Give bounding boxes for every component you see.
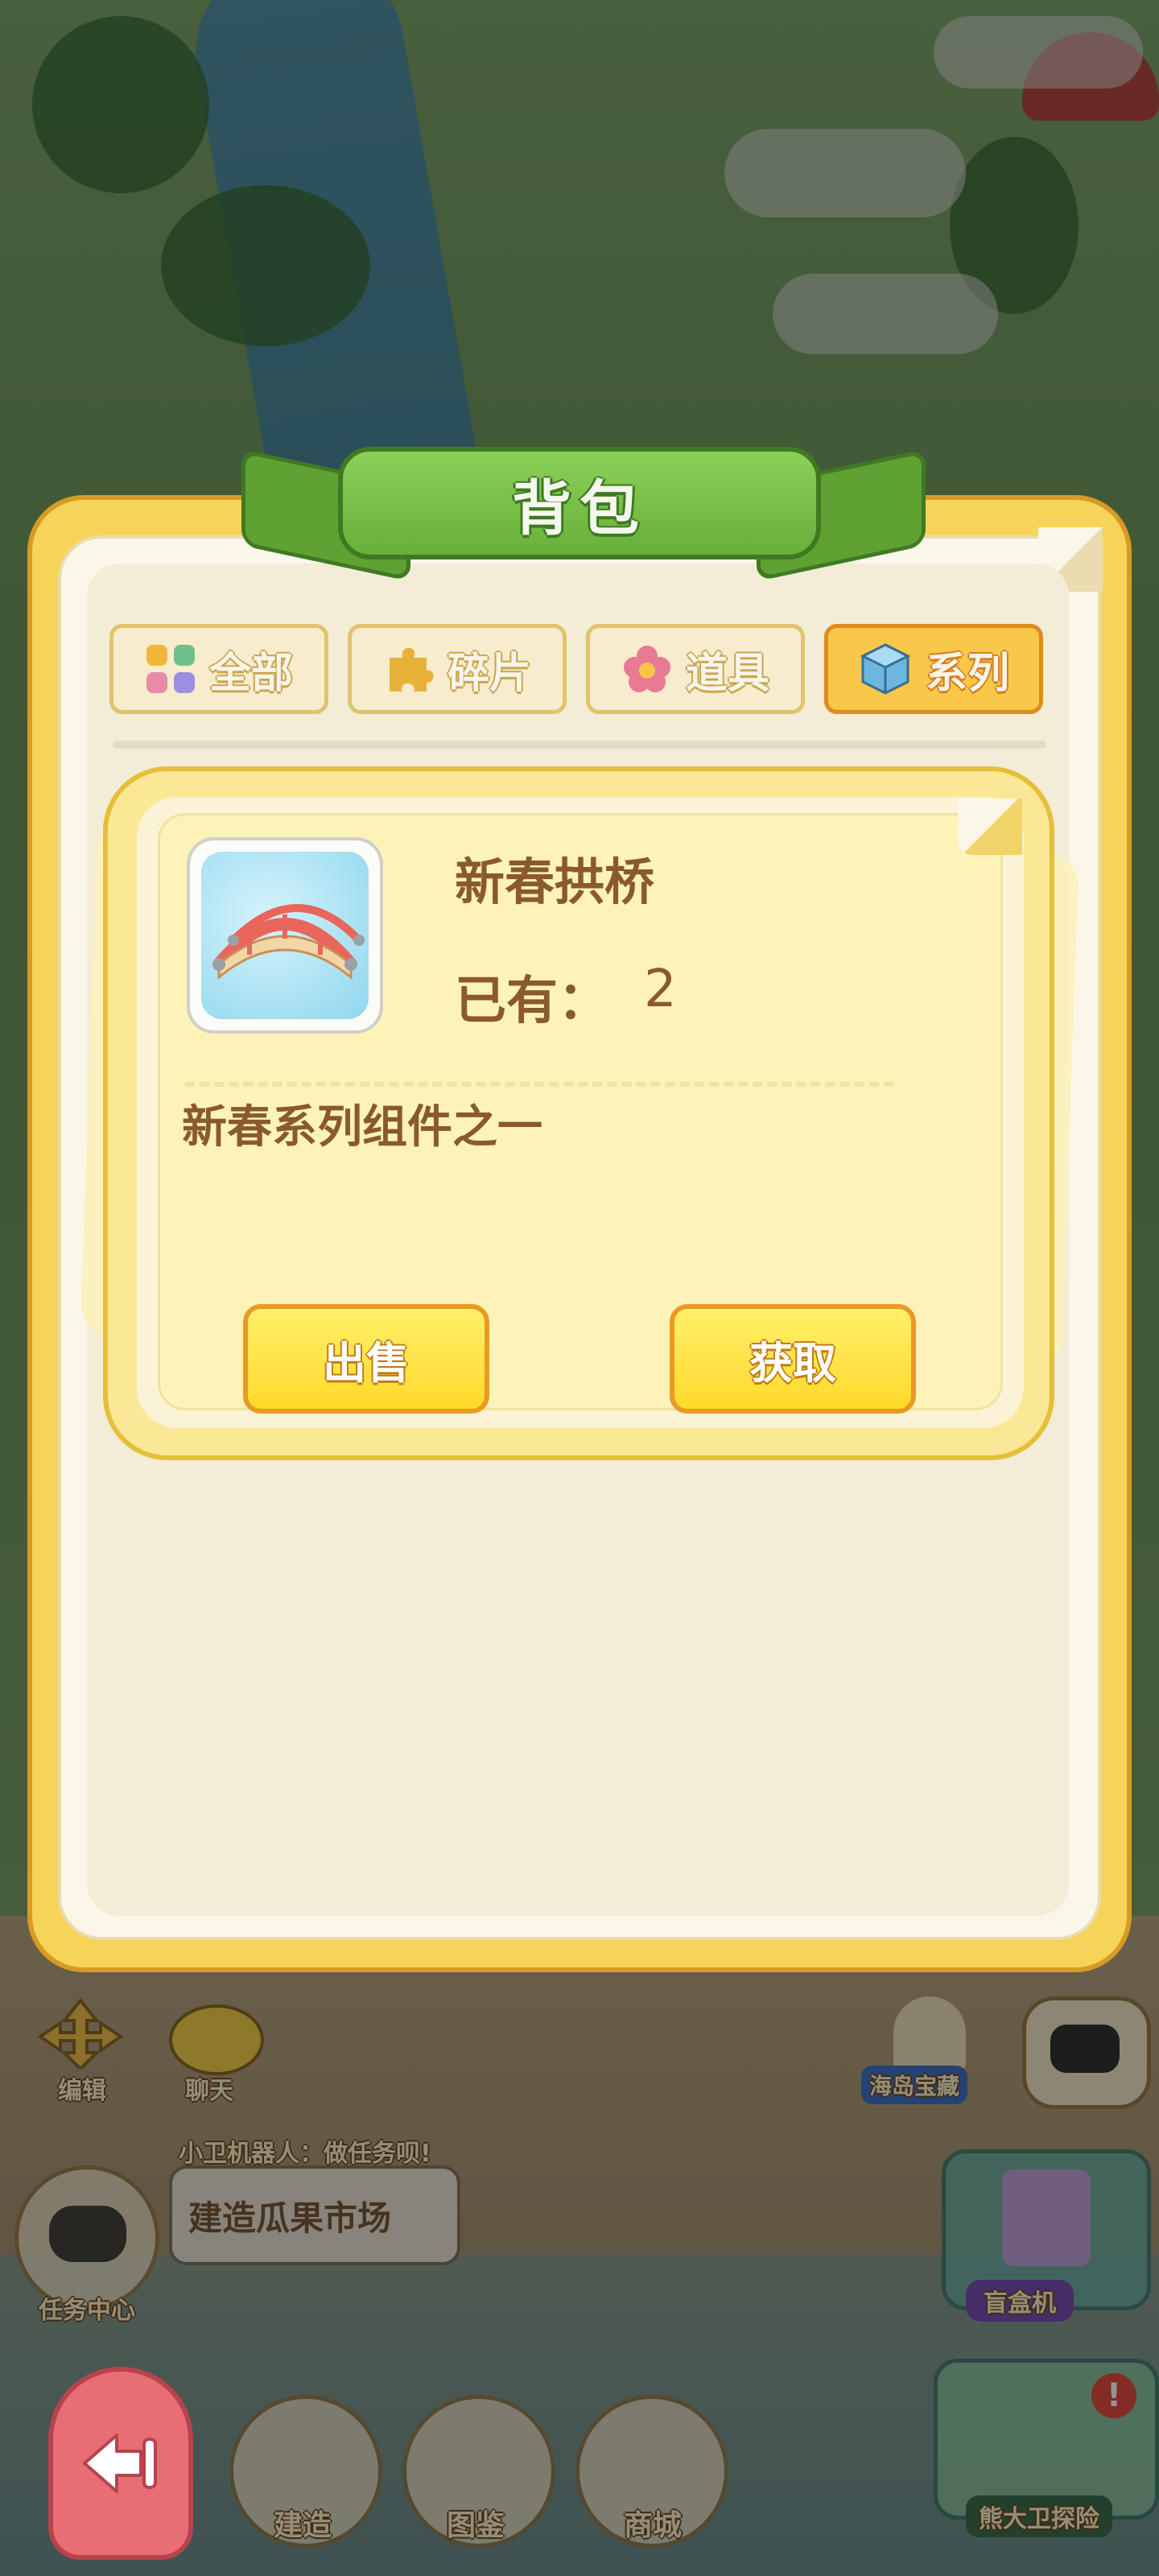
dialog-corner-fold	[958, 799, 1022, 855]
tab-fragments-label: 碎片	[447, 649, 531, 698]
obtain-button-label: 获取	[749, 1337, 836, 1389]
arched-bridge-icon	[212, 904, 365, 980]
tab-series-label: 系列	[925, 649, 1009, 698]
title-ribbon: 背包	[338, 447, 821, 559]
sell-button-label: 出售	[323, 1337, 410, 1389]
exit-button[interactable]	[48, 2367, 193, 2560]
tab-all[interactable]: 全部	[109, 624, 328, 714]
owned-label: 已有：	[455, 972, 609, 1031]
tab-series[interactable]: 系列	[824, 624, 1043, 714]
divider-dashed	[185, 1082, 893, 1087]
tab-divider	[113, 741, 1046, 749]
owned-count: 2	[644, 960, 677, 1019]
flower-icon	[623, 646, 670, 692]
grid-icon	[146, 645, 195, 693]
obtain-button[interactable]: 获取	[670, 1304, 916, 1414]
puzzle-icon	[389, 647, 434, 691]
tab-props[interactable]: 道具	[586, 624, 805, 714]
tab-props-label: 道具	[685, 649, 769, 698]
cube-icon	[860, 643, 911, 695]
exit-arrow-icon	[83, 2434, 157, 2493]
sell-button[interactable]: 出售	[243, 1304, 489, 1414]
tab-fragments[interactable]: 碎片	[348, 624, 567, 714]
item-description: 新春系列组件之一	[182, 1101, 542, 1154]
panel-title: 背包	[512, 473, 647, 543]
tab-all-label: 全部	[208, 649, 293, 698]
item-name: 新春拱桥	[455, 852, 655, 911]
